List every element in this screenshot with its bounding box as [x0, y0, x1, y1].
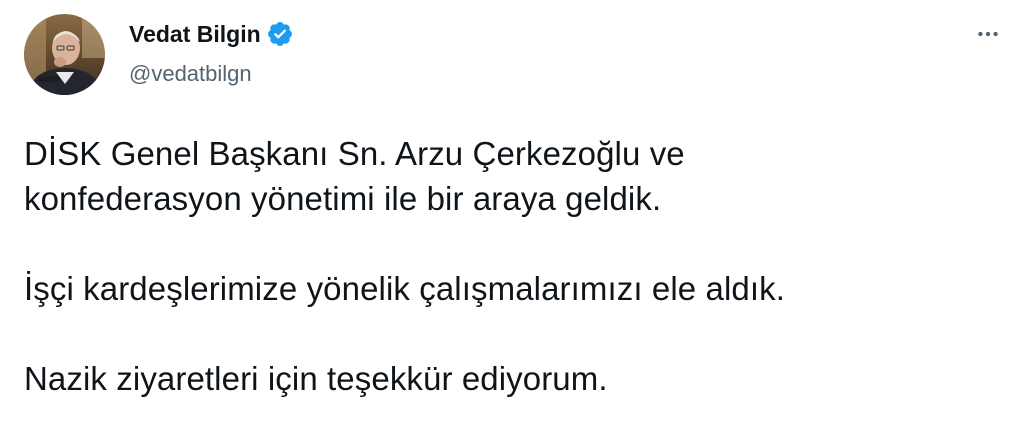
- tweet-paragraph: DİSK Genel Başkanı Sn. Arzu Çerkezoğlu v…: [24, 135, 685, 217]
- more-horizontal-icon: [978, 31, 998, 37]
- author-block: Vedat Bilgin @vedatbilgn: [129, 18, 294, 89]
- tweet-paragraph: Nazik ziyaretleri için teşekkür ediyorum…: [24, 360, 608, 397]
- author-name-row[interactable]: Vedat Bilgin: [129, 18, 294, 50]
- avatar-photo: [24, 14, 105, 95]
- author-handle[interactable]: @vedatbilgn: [129, 59, 294, 89]
- avatar[interactable]: [24, 14, 105, 95]
- more-options-button[interactable]: [972, 18, 1004, 50]
- tweet-text: DİSK Genel Başkanı Sn. Arzu Çerkezoğlu v…: [24, 131, 984, 401]
- author-display-name[interactable]: Vedat Bilgin: [129, 18, 261, 50]
- verified-badge-icon: [266, 20, 294, 48]
- tweet-card: Vedat Bilgin @vedatbilgn DİSK Genel Başk…: [0, 0, 1013, 431]
- tweet-paragraph: İşçi kardeşlerimize yönelik çalışmalarım…: [24, 270, 785, 307]
